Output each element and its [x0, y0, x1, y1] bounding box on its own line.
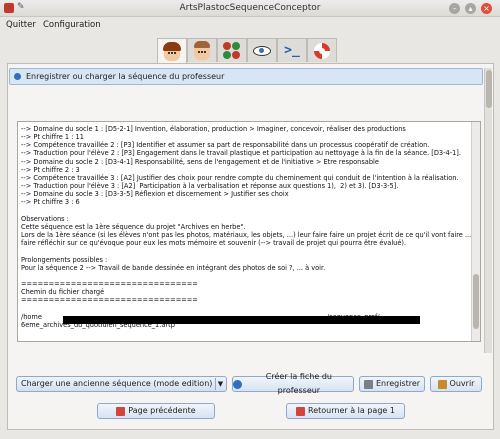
section-bullet-icon [14, 73, 21, 80]
text-line: --> Compétence travaillée 2 : [P3] Ident… [21, 141, 430, 150]
tab-group[interactable] [217, 38, 247, 62]
return-first-page-button[interactable]: Retourner à la page 1 [286, 403, 405, 419]
text-line: Observations : [21, 214, 69, 223]
text-line: ================================ [21, 296, 198, 305]
text-line: --> Pt chiffre 1 : 11 [21, 133, 84, 142]
return-first-page-label: Retourner à la page 1 [308, 406, 395, 415]
text-scrollbar-thumb[interactable] [473, 274, 479, 329]
sequence-text-area[interactable]: --> Domaine du socle 1 : [D5-2-1] Invent… [17, 121, 481, 342]
section-title: Enregistrer ou charger la séquence du pr… [26, 72, 225, 81]
create-icon [233, 379, 242, 389]
text-line: --> Domaine du socle 2 : [D3-4-1] Respon… [21, 157, 379, 166]
text-line: Cette séquence est la 1ère séquence du p… [21, 222, 246, 231]
tab-student[interactable] [187, 38, 217, 62]
tab-terminal[interactable]: >_ [277, 38, 307, 62]
text-line: --> Traduction pour l'élève 3 : [A2] Par… [21, 182, 399, 191]
text-line [21, 304, 468, 312]
create-sheet-label: Créer la fiche du professeur [265, 372, 332, 395]
text-line: Lors de la 1ère séance (si les élèves n'… [21, 231, 481, 240]
back-icon [116, 406, 126, 416]
tab-view[interactable] [247, 38, 277, 62]
panel-scrollbar[interactable] [484, 68, 492, 353]
open-label: Ouvrir [449, 379, 475, 388]
text-line: --> Domaine du socle 1 : [D5-2-1] Invent… [21, 125, 406, 133]
lifebuoy-icon [314, 42, 330, 59]
text-line: Prolongements possibles : [21, 255, 108, 264]
tab-teacher[interactable] [157, 38, 187, 64]
close-button[interactable]: × [481, 3, 492, 14]
create-sheet-button[interactable]: Créer la fiche du professeur [232, 372, 354, 395]
text-line: --> Pt chiffre 2 : 3 [21, 165, 80, 174]
terminal-icon: >_ [284, 43, 300, 58]
home-icon [296, 406, 306, 416]
open-icon [437, 379, 447, 389]
text-line [21, 272, 468, 280]
save-icon [363, 379, 373, 389]
text-line: Pour la séquence 2 --> Travail de bande … [21, 263, 326, 272]
text-line: Chemin du fichier chargé [21, 288, 105, 297]
text-line: --> Traduction pour l'élève 2 : [P3] Eng… [21, 149, 461, 158]
maximize-button[interactable]: ▴ [465, 3, 476, 14]
previous-page-label: Page précédente [128, 406, 196, 415]
section-header[interactable]: Enregistrer ou charger la séquence du pr… [9, 68, 483, 85]
open-button[interactable]: Ouvrir [430, 376, 482, 392]
window-title: ArtsPlastocSequenceConceptor [179, 3, 321, 13]
save-button[interactable]: Enregistrer [359, 376, 425, 392]
menu-configuration[interactable]: Configuration [43, 20, 101, 30]
eye-icon [253, 45, 271, 56]
text-line: --> Compétence travaillée 3 : [A2] Justi… [21, 173, 459, 182]
text-scrollbar[interactable] [471, 122, 480, 341]
teacher-girl-icon [163, 41, 181, 61]
text-line: --> Pt chiffre 3 : 6 [21, 198, 80, 207]
redacted-path [63, 316, 420, 324]
panel-scrollbar-thumb[interactable] [486, 70, 492, 108]
chevron-down-icon[interactable]: ▼ [215, 378, 225, 390]
student-boy-icon [194, 40, 210, 60]
menu-quitter[interactable]: Quitter [6, 20, 36, 30]
title-bar: ✎ ArtsPlastocSequenceConceptor – ▴ × [0, 0, 500, 17]
text-line: faire réfléchir sur ce qu'évoque pour eu… [21, 239, 407, 248]
previous-page-button[interactable]: Page précédente [97, 403, 215, 419]
text-line: ================================ [21, 279, 198, 288]
text-line [21, 207, 468, 215]
tab-help[interactable] [307, 38, 337, 62]
load-sequence-combo[interactable]: Charger une ancienne séquence (mode edit… [16, 376, 227, 392]
group-icon [222, 41, 242, 60]
save-label: Enregistrer [375, 379, 421, 388]
combo-value: Charger une ancienne séquence (mode edit… [21, 379, 213, 388]
text-line: --> Domaine du socle 3 : [D3-3-5] Réflex… [21, 190, 289, 199]
text-line [21, 247, 468, 255]
menu-bar: Quitter Configuration [0, 17, 500, 33]
sequence-text-content: --> Domaine du socle 1 : [D5-2-1] Invent… [21, 125, 481, 329]
minimize-button[interactable]: – [449, 3, 460, 14]
